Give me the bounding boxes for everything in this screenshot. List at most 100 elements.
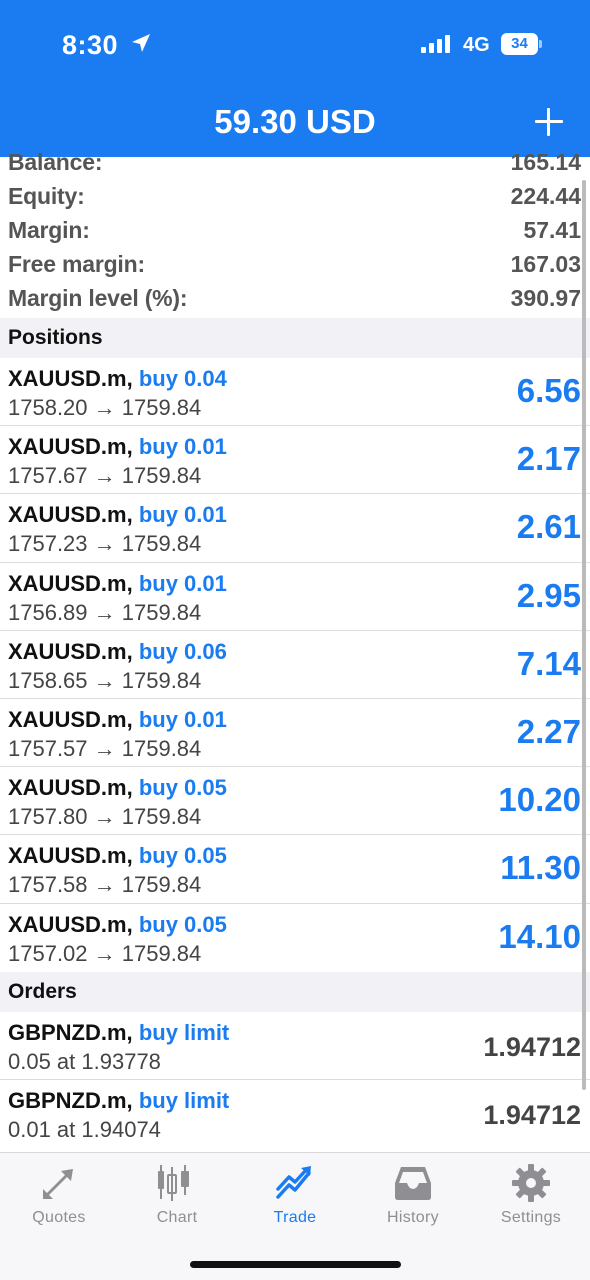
- orders-list: GBPNZD.m, buy limit 0.05 at 1.93778 1.94…: [0, 1012, 590, 1148]
- position-symbol: XAUUSD.m,: [8, 843, 133, 869]
- position-profit: 14.10: [498, 917, 581, 955]
- section-title: Orders: [8, 980, 77, 1003]
- tab-label: Quotes: [32, 1209, 86, 1226]
- position-row[interactable]: XAUUSD.m, buy 0.05 1757.58 → 1759.84 11.…: [0, 835, 590, 904]
- position-prices: 1756.89 → 1759.84: [8, 599, 202, 625]
- summary-row-free-margin: Free margin: 167.03: [0, 247, 590, 281]
- position-prices: 1757.57 → 1759.84: [8, 735, 202, 761]
- position-profit: 6.56: [516, 372, 581, 409]
- summary-row-equity: Equity: 224.44: [0, 179, 590, 213]
- position-profit: 2.17: [516, 440, 581, 478]
- position-symbol: XAUUSD.m,: [8, 706, 133, 732]
- account-summary: Balance: 165.14 Equity: 224.44 Margin: 5…: [0, 145, 590, 315]
- add-order-button[interactable]: [530, 103, 568, 141]
- position-row[interactable]: XAUUSD.m, buy 0.04 1758.20 → 1759.84 6.5…: [0, 358, 590, 427]
- tab-trade[interactable]: Trade: [236, 1153, 354, 1243]
- battery-level: 34: [501, 33, 538, 55]
- battery-icon: 34: [501, 33, 543, 55]
- tab-chart[interactable]: Chart: [118, 1153, 236, 1243]
- position-side: buy 0.01: [138, 706, 227, 732]
- summary-value: 224.44: [510, 183, 581, 209]
- position-symbol: XAUUSD.m,: [8, 502, 133, 528]
- scrollbar[interactable]: [582, 180, 586, 1090]
- orders-section-header: Orders: [0, 972, 590, 1012]
- summary-row-balance: Balance: 165.14: [0, 145, 590, 179]
- tab-quotes[interactable]: Quotes: [0, 1153, 118, 1243]
- positions-list: XAUUSD.m, buy 0.04 1758.20 → 1759.84 6.5…: [0, 358, 590, 972]
- order-detail: 0.01 at 1.94074: [8, 1117, 161, 1143]
- summary-row-margin-level: Margin level (%): 390.97: [0, 281, 590, 315]
- position-side: buy 0.06: [138, 638, 227, 664]
- position-symbol: XAUUSD.m,: [8, 638, 133, 664]
- position-symbol: XAUUSD.m,: [8, 911, 133, 937]
- gear-icon: [512, 1164, 550, 1202]
- position-symbol: XAUUSD.m,: [8, 434, 133, 460]
- inbox-tray-icon: [395, 1167, 431, 1200]
- summary-label: Balance:: [8, 149, 103, 175]
- order-price: 1.94712: [483, 1100, 581, 1131]
- position-prices: 1757.80 → 1759.84: [8, 804, 202, 830]
- position-prices: 1758.20 → 1759.84: [8, 395, 202, 420]
- location-arrow-icon: [132, 34, 150, 52]
- order-row[interactable]: GBPNZD.m, buy limit 0.05 at 1.93778 1.94…: [0, 1012, 590, 1081]
- position-row[interactable]: XAUUSD.m, buy 0.06 1758.65 → 1759.84 7.1…: [0, 631, 590, 699]
- tab-label: Settings: [500, 1209, 562, 1226]
- summary-label: Free margin:: [8, 251, 145, 277]
- position-symbol: XAUUSD.m,: [8, 570, 133, 596]
- top-bar: 8:30 4G 34 59.30 USD: [0, 0, 590, 157]
- position-side: buy 0.05: [138, 843, 227, 869]
- position-row[interactable]: XAUUSD.m, buy 0.01 1757.23 → 1759.84 2.6…: [0, 494, 590, 563]
- position-row[interactable]: XAUUSD.m, buy 0.01 1757.57 → 1759.84 2.2…: [0, 699, 590, 768]
- position-symbol: XAUUSD.m,: [8, 775, 133, 801]
- position-prices: 1758.65 → 1759.84: [8, 667, 202, 693]
- position-profit: 2.95: [516, 576, 581, 614]
- position-symbol: XAUUSD.m,: [8, 366, 133, 391]
- trade-chart-icon: [276, 1166, 311, 1199]
- position-side: buy 0.05: [138, 911, 227, 937]
- tab-history[interactable]: History: [354, 1153, 472, 1243]
- order-row[interactable]: GBPNZD.m, buy limit 0.01 at 1.94074 1.94…: [0, 1080, 590, 1148]
- position-side: buy 0.01: [138, 434, 227, 460]
- position-side: buy 0.01: [138, 570, 227, 596]
- position-row[interactable]: XAUUSD.m, buy 0.01 1756.89 → 1759.84 2.9…: [0, 563, 590, 631]
- position-side: buy 0.04: [138, 366, 227, 391]
- order-symbol: GBPNZD.m,: [8, 1020, 133, 1045]
- position-profit: 11.30: [500, 849, 581, 887]
- position-side: buy 0.01: [138, 502, 227, 528]
- position-prices: 1757.02 → 1759.84: [8, 940, 202, 966]
- home-indicator: [190, 1261, 401, 1268]
- position-profit: 2.61: [516, 508, 581, 546]
- cellular-signal-icon: [421, 35, 450, 53]
- position-profit: 10.20: [498, 781, 581, 819]
- network-type: 4G: [463, 34, 490, 56]
- position-prices: 1757.67 → 1759.84: [8, 463, 202, 489]
- summary-value: 57.41: [523, 217, 581, 243]
- tab-label: Trade: [273, 1209, 317, 1226]
- order-side: buy limit: [138, 1020, 230, 1045]
- status-time: 8:30: [62, 30, 119, 60]
- summary-value: 167.03: [510, 251, 581, 277]
- position-row[interactable]: XAUUSD.m, buy 0.01 1757.67 → 1759.84 2.1…: [0, 426, 590, 495]
- summary-label: Margin level (%):: [8, 285, 188, 311]
- quotes-arrows-icon: [43, 1169, 73, 1199]
- summary-value: 165.14: [510, 149, 581, 175]
- summary-label: Equity:: [8, 183, 85, 209]
- tab-settings[interactable]: Settings: [472, 1153, 590, 1243]
- position-row[interactable]: XAUUSD.m, buy 0.05 1757.80 → 1759.84 10.…: [0, 767, 590, 836]
- page-title: 59.30 USD: [214, 103, 376, 140]
- section-title: Positions: [8, 326, 103, 349]
- position-row[interactable]: XAUUSD.m, buy 0.05 1757.02 → 1759.84 14.…: [0, 904, 590, 972]
- position-profit: 2.27: [516, 712, 581, 750]
- candlestick-chart-icon: [158, 1165, 189, 1201]
- summary-row-margin: Margin: 57.41: [0, 213, 590, 247]
- position-prices: 1757.23 → 1759.84: [8, 531, 202, 557]
- position-side: buy 0.05: [138, 775, 227, 801]
- positions-section-header: Positions: [0, 318, 590, 358]
- order-symbol: GBPNZD.m,: [8, 1088, 133, 1114]
- summary-label: Margin:: [8, 217, 90, 243]
- tab-label: History: [387, 1209, 439, 1226]
- order-side: buy limit: [138, 1088, 230, 1114]
- order-price: 1.94712: [483, 1032, 581, 1062]
- position-profit: 7.14: [516, 644, 581, 682]
- order-detail: 0.05 at 1.93778: [8, 1049, 161, 1074]
